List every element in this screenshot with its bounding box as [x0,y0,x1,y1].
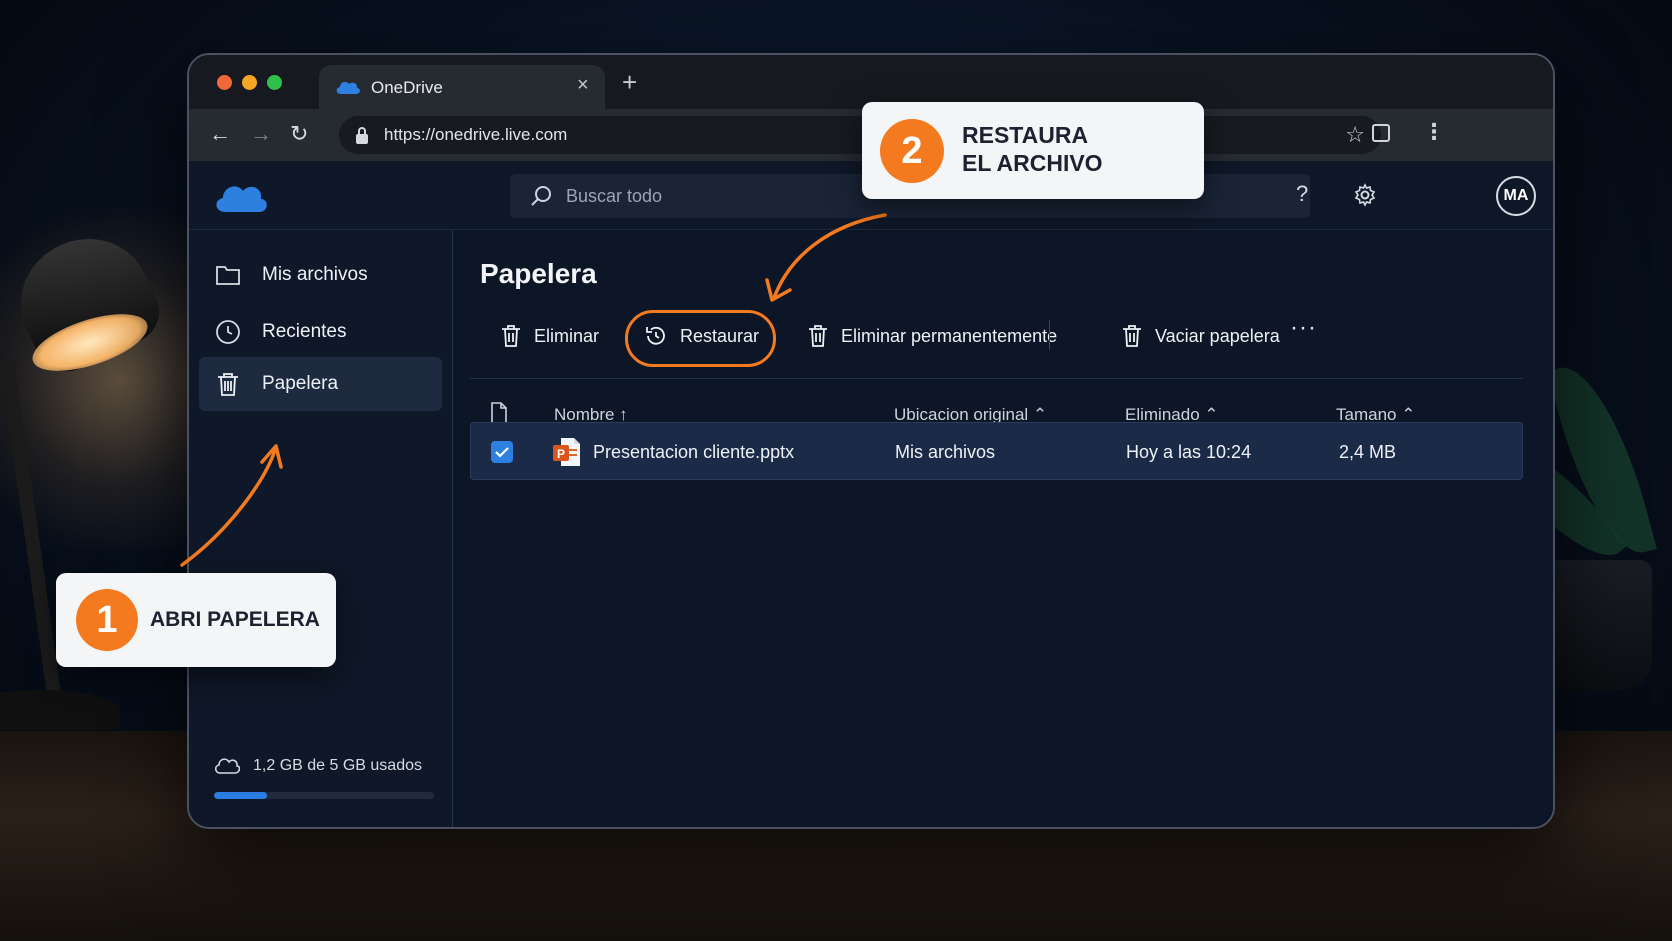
step-2-line-1: RESTAURA [962,122,1089,148]
restore-button-label: Restaurar [680,325,760,346]
lock-icon [356,127,368,144]
sidebar-item-label: Recientes [262,321,347,342]
plant-pot [1542,560,1652,690]
onedrive-cloud-icon [336,81,360,94]
checkmark-icon [495,447,509,458]
storage-progress-fill [214,792,267,799]
callout-step-1: 1 ABRI PAPELERA [56,573,336,667]
powerpoint-file-icon: P [553,438,580,466]
lamp-base [0,690,120,730]
table-row[interactable]: P Presentacion cliente.pptx Mis archivos… [470,422,1523,480]
sidebar-item-mis-archivos[interactable]: Mis archivos [199,248,442,302]
row-file-name: Presentacion cliente.pptx [593,442,795,462]
toolbar-divider [1049,320,1050,350]
help-icon[interactable]: ? [1296,181,1308,207]
back-arrow-icon[interactable]: ← [209,121,231,147]
storage-usage-text: 1,2 GB de 5 GB usados [253,757,422,774]
callout-step-2: 2 RESTAURA EL ARCHIVO [862,102,1204,199]
bookmark-star-icon[interactable]: ☆ [1345,122,1365,148]
row-deleted-time: Hoy a las 10:24 [1126,442,1252,462]
new-tab-button[interactable]: + [622,67,637,98]
delete-button-label: Eliminar [534,325,600,346]
forward-arrow-icon[interactable]: → [250,121,272,147]
reload-icon[interactable]: ↻ [290,121,308,147]
svg-text:P: P [557,447,565,461]
delete-button[interactable]: Eliminar [500,308,599,364]
settings-gear-icon[interactable] [1353,183,1377,207]
window-toggle-icon[interactable] [1371,123,1391,143]
row-original-location: Mis archivos [895,442,996,462]
close-window-dot[interactable] [217,75,232,90]
empty-trash-button[interactable]: Vaciar papelera [1121,308,1280,364]
step-2-line-2: EL ARCHIVO [962,149,1103,176]
storage-cloud-icon [214,758,240,774]
maximize-window-dot[interactable] [267,75,282,90]
browser-tab-onedrive[interactable]: OneDrive × [319,65,605,109]
sidebar: Mis archivos Recientes Papelera 1,2 GB d… [189,230,453,827]
page-title: Papelera [480,258,597,289]
tab-title: OneDrive [371,78,443,97]
storage-progress-bar [214,792,434,799]
step-2-badge: 2 [880,119,944,183]
delete-permanently-button[interactable]: Eliminar permanentemente [807,308,1057,364]
url-field[interactable]: https://onedrive.live.com ☆ [339,116,1381,154]
trash-icon [1123,325,1141,347]
tab-close-icon[interactable]: × [577,74,589,97]
sidebar-item-recientes[interactable]: Recientes [199,305,442,359]
restore-button[interactable]: Restaurar [644,308,759,364]
sidebar-item-label: Mis archivos [262,264,368,285]
delete-permanently-label: Eliminar permanentemente [841,325,1058,346]
kebab-menu-icon[interactable]: ⋮ [1423,119,1445,145]
avatar[interactable]: MA [1496,176,1536,216]
trash-icon [809,325,827,347]
url-text: https://onedrive.live.com [384,125,568,144]
file-type-header-icon [491,402,507,424]
restore-history-icon [646,326,665,345]
minimize-window-dot[interactable] [242,75,257,90]
search-icon [531,186,551,206]
main-content: Papelera Eliminar Restaurar Eliminar per… [454,230,1553,827]
step-2-text: RESTAURA EL ARCHIVO [962,122,1103,177]
row-checkbox[interactable] [491,441,513,463]
row-size: 2,4 MB [1339,442,1397,462]
empty-trash-label: Vaciar papelera [1155,325,1280,346]
table-divider [470,378,1523,379]
more-options-icon[interactable]: ··· [1290,314,1317,342]
step-1-badge: 1 [76,589,138,651]
step-1-text: ABRI PAPELERA [150,608,320,631]
sidebar-item-papelera[interactable]: Papelera [199,357,442,411]
trash-icon [502,325,520,347]
folder-icon [216,266,240,285]
trash-icon [218,373,238,396]
onedrive-logo-icon [216,186,267,212]
tab-bar: OneDrive × + [189,55,1553,109]
clock-icon [216,320,240,344]
sidebar-item-label: Papelera [262,373,339,394]
